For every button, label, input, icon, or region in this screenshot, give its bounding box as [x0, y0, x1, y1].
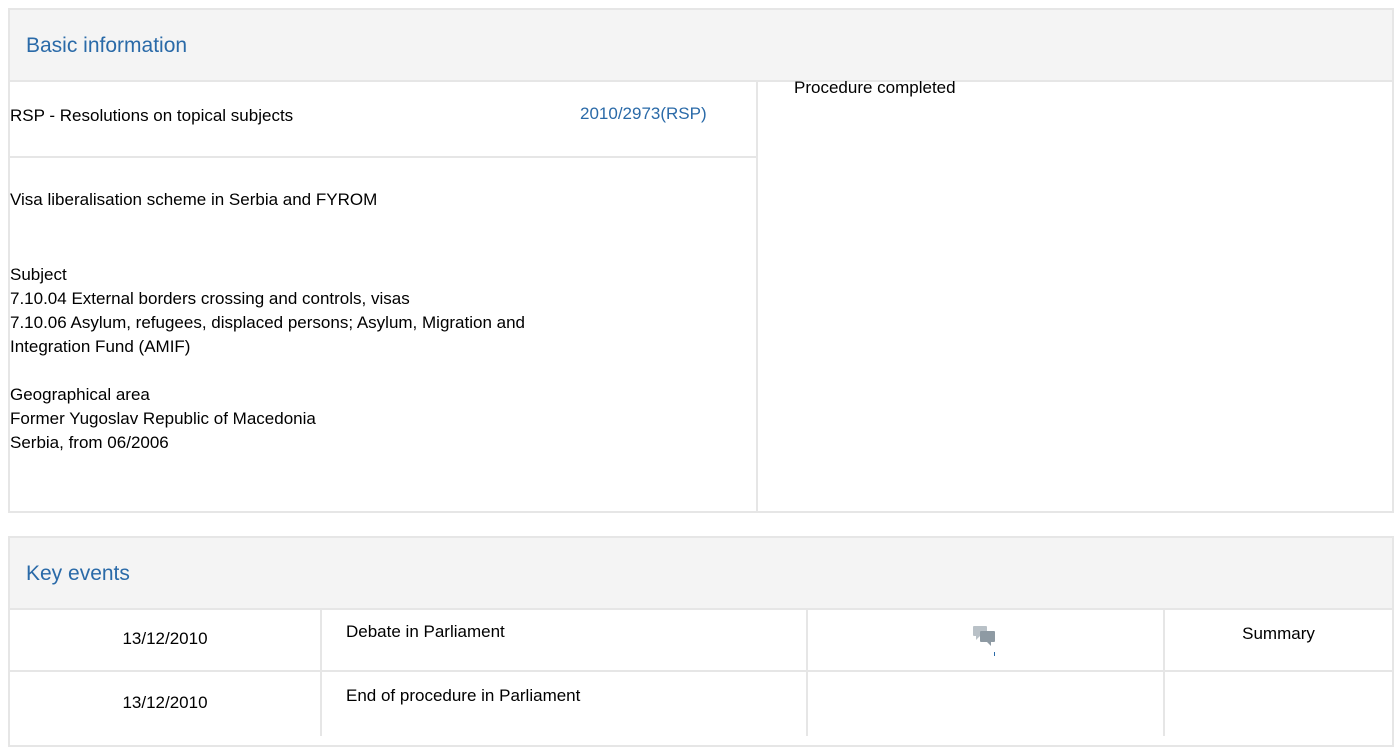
geographical-area-label: Geographical area: [10, 385, 150, 404]
event-date: 13/12/2010: [122, 629, 208, 648]
basic-information-heading: Basic information: [10, 10, 1392, 82]
procedure-title: Visa liberalisation scheme in Serbia and…: [10, 190, 378, 209]
subject-item: 7.10.04 External borders crossing and co…: [10, 289, 410, 308]
event-title: Debate in Parliament: [346, 622, 505, 641]
procedure-reference-link[interactable]: 2010/2973(RSP): [580, 102, 707, 126]
event-summary-cell: [1165, 672, 1392, 734]
event-row: 13/12/2010 End of procedure in Parliamen…: [10, 672, 1392, 736]
key-events-panel: Key events 13/12/2010 Debate in Parliame…: [8, 536, 1394, 747]
subject-item: Integration Fund (AMIF): [10, 337, 191, 356]
event-icon-cell: [808, 672, 1163, 734]
event-date: 13/12/2010: [122, 693, 208, 712]
column-divider: [756, 80, 758, 513]
event-icon-cell: [808, 608, 1163, 670]
debate-icon[interactable]: [973, 624, 997, 656]
subject-item: 7.10.06 Asylum, refugees, displaced pers…: [10, 313, 526, 332]
basic-information-panel: Basic information RSP - Resolutions on t…: [8, 8, 1394, 513]
event-summary-link[interactable]: Summary: [1165, 608, 1392, 670]
event-title: End of procedure in Parliament: [346, 686, 581, 705]
subject-label: Subject: [10, 265, 67, 284]
key-events-heading: Key events: [10, 538, 1392, 610]
event-row: 13/12/2010 Debate in Parliament Summary: [10, 608, 1392, 672]
procedure-type: RSP - Resolutions on topical subjects: [10, 106, 294, 125]
divider: [10, 156, 756, 158]
geographical-area-item: Former Yugoslav Republic of Macedonia: [10, 409, 316, 428]
procedure-status: Procedure completed: [794, 78, 956, 97]
geographical-area-item: Serbia, from 06/2006: [10, 433, 169, 452]
